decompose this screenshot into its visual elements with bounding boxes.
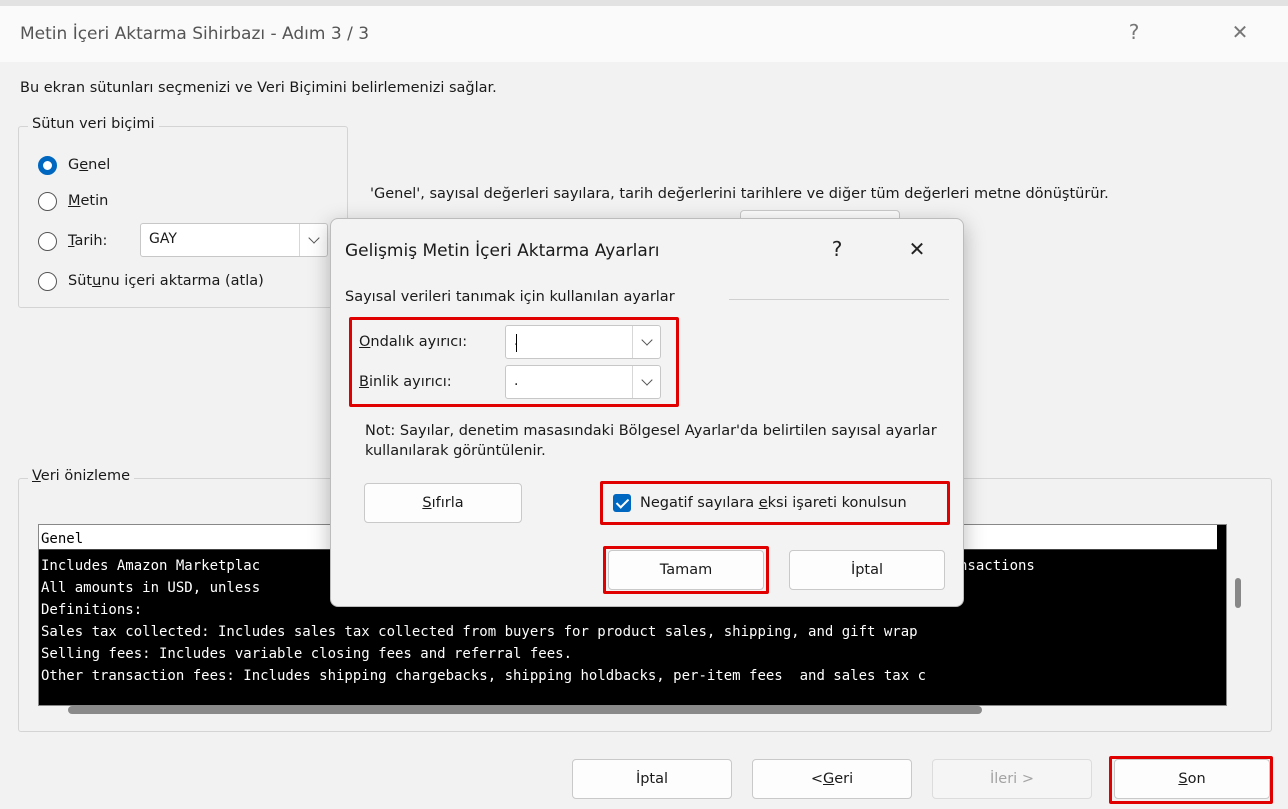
radio-general[interactable] xyxy=(38,156,57,175)
dialog-cancel-button[interactable]: İptal xyxy=(789,550,945,590)
preview-line: Definitions: xyxy=(41,602,143,618)
radio-skip[interactable] xyxy=(38,272,57,291)
negative-sign-highlight xyxy=(600,481,950,525)
preview-line: Selling fees: Includes variable closing … xyxy=(41,646,573,662)
horizontal-scrollbar[interactable] xyxy=(68,706,982,714)
numeric-settings-heading: Sayısal verileri tanımak için kullanılan… xyxy=(345,289,675,305)
reset-button[interactable]: Sıfırla xyxy=(364,483,522,523)
chevron-down-icon[interactable] xyxy=(299,224,327,256)
radio-text[interactable] xyxy=(38,192,57,211)
regional-settings-note: Not: Sayılar, denetim masasındaki Bölges… xyxy=(365,423,937,459)
vertical-scrollbar[interactable] xyxy=(1235,578,1241,608)
dialog-close-icon[interactable]: ✕ xyxy=(897,237,937,261)
intro-text: Bu ekran sütunları seçmenizi ve Veri Biç… xyxy=(20,80,497,96)
format-description: 'Genel', sayısal değerleri sayılara, tar… xyxy=(370,186,1109,202)
dialog-title: Gelişmiş Metin İçeri Aktarma Ayarları xyxy=(345,241,660,261)
cancel-button[interactable]: İptal xyxy=(572,759,732,799)
radio-skip-label[interactable]: Sütunu içeri aktarma (atla) xyxy=(68,273,264,289)
preview-legend: Veri önizleme xyxy=(28,468,135,484)
window-title: Metin İçeri Aktarma Sihirbazı - Adım 3 /… xyxy=(20,24,370,44)
close-icon[interactable]: ✕ xyxy=(1220,20,1260,44)
date-format-value: GAY xyxy=(149,231,177,247)
radio-general-label[interactable]: Genel xyxy=(68,157,110,173)
preview-line: Other transaction fees: Includes shippin… xyxy=(41,668,927,684)
radio-date-label[interactable]: Tarih: xyxy=(68,233,107,249)
preview-line: Sales tax collected: Includes sales tax … xyxy=(41,624,918,640)
column-format-legend: Sütun veri biçimi xyxy=(28,116,159,132)
help-button[interactable]: ? xyxy=(1114,20,1154,44)
section-divider xyxy=(729,299,949,300)
ok-highlight xyxy=(603,546,769,594)
advanced-settings-dialog: Gelişmiş Metin İçeri Aktarma Ayarları ? … xyxy=(330,218,964,607)
dialog-help-button[interactable]: ? xyxy=(817,237,857,261)
radio-date[interactable] xyxy=(38,232,57,251)
preview-line: Includes Amazon Marketplac xyxy=(41,558,261,574)
radio-text-label[interactable]: Metin xyxy=(68,193,108,209)
preview-line: All amounts in USD, unless xyxy=(41,580,261,596)
next-button[interactable]: İleri > xyxy=(932,759,1092,799)
separators-highlight xyxy=(349,317,679,407)
finish-highlight xyxy=(1109,756,1273,804)
back-button[interactable]: < Geri xyxy=(752,759,912,799)
preview-line-tail: nsactions xyxy=(959,558,1035,574)
date-format-select[interactable]: GAY xyxy=(140,223,328,257)
